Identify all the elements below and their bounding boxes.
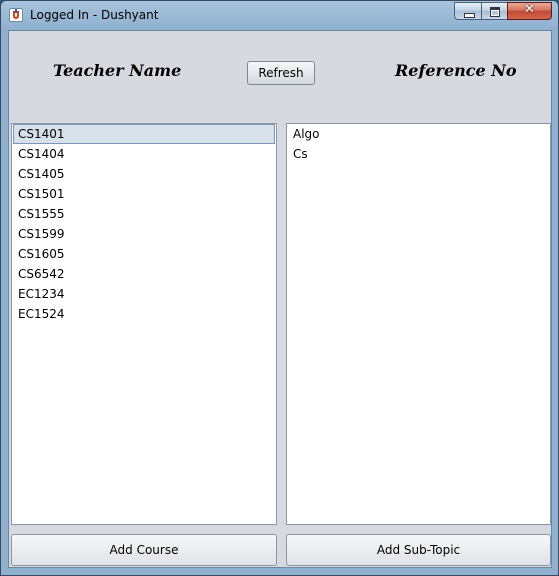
- course-list-item[interactable]: EC1234: [13, 284, 275, 304]
- course-list-item[interactable]: CS1605: [13, 244, 275, 264]
- minimize-button[interactable]: [454, 2, 481, 20]
- subtopic-list-item[interactable]: Algo: [288, 124, 549, 144]
- course-list-item[interactable]: CS6542: [13, 264, 275, 284]
- window-controls: ✕: [454, 2, 552, 21]
- course-list-item[interactable]: CS1599: [13, 224, 275, 244]
- course-list-item[interactable]: CS1405: [13, 164, 275, 184]
- minimize-icon: [464, 13, 475, 18]
- reference-no-heading: Reference No: [395, 61, 517, 80]
- subtopic-list[interactable]: Algo Cs: [286, 123, 551, 525]
- refresh-button[interactable]: Refresh: [247, 61, 315, 85]
- course-list-item[interactable]: CS1401: [13, 124, 275, 144]
- teacher-name-heading: Teacher Name: [53, 61, 182, 80]
- add-course-button[interactable]: Add Course: [11, 534, 277, 566]
- app-window: Logged In - Dushyant ✕ Teacher Name Refr…: [0, 0, 559, 576]
- course-list-item[interactable]: CS1555: [13, 204, 275, 224]
- course-list[interactable]: CS1401 CS1404 CS1405 CS1501 CS1555 CS159…: [11, 123, 277, 525]
- java-app-icon[interactable]: [9, 8, 23, 22]
- maximize-icon: [490, 7, 500, 17]
- add-subtopic-button[interactable]: Add Sub-Topic: [286, 534, 551, 566]
- main-panel: Teacher Name Refresh Reference No CS1401…: [8, 30, 552, 568]
- course-list-item[interactable]: CS1404: [13, 144, 275, 164]
- window-title: Logged In - Dushyant: [30, 8, 159, 22]
- course-list-item[interactable]: CS1501: [13, 184, 275, 204]
- maximize-button[interactable]: [481, 2, 507, 20]
- title-bar[interactable]: Logged In - Dushyant ✕: [1, 1, 558, 30]
- subtopic-list-item[interactable]: Cs: [288, 144, 549, 164]
- course-list-item[interactable]: EC1524: [13, 304, 275, 324]
- close-button[interactable]: ✕: [507, 2, 552, 20]
- close-icon: ✕: [524, 2, 535, 17]
